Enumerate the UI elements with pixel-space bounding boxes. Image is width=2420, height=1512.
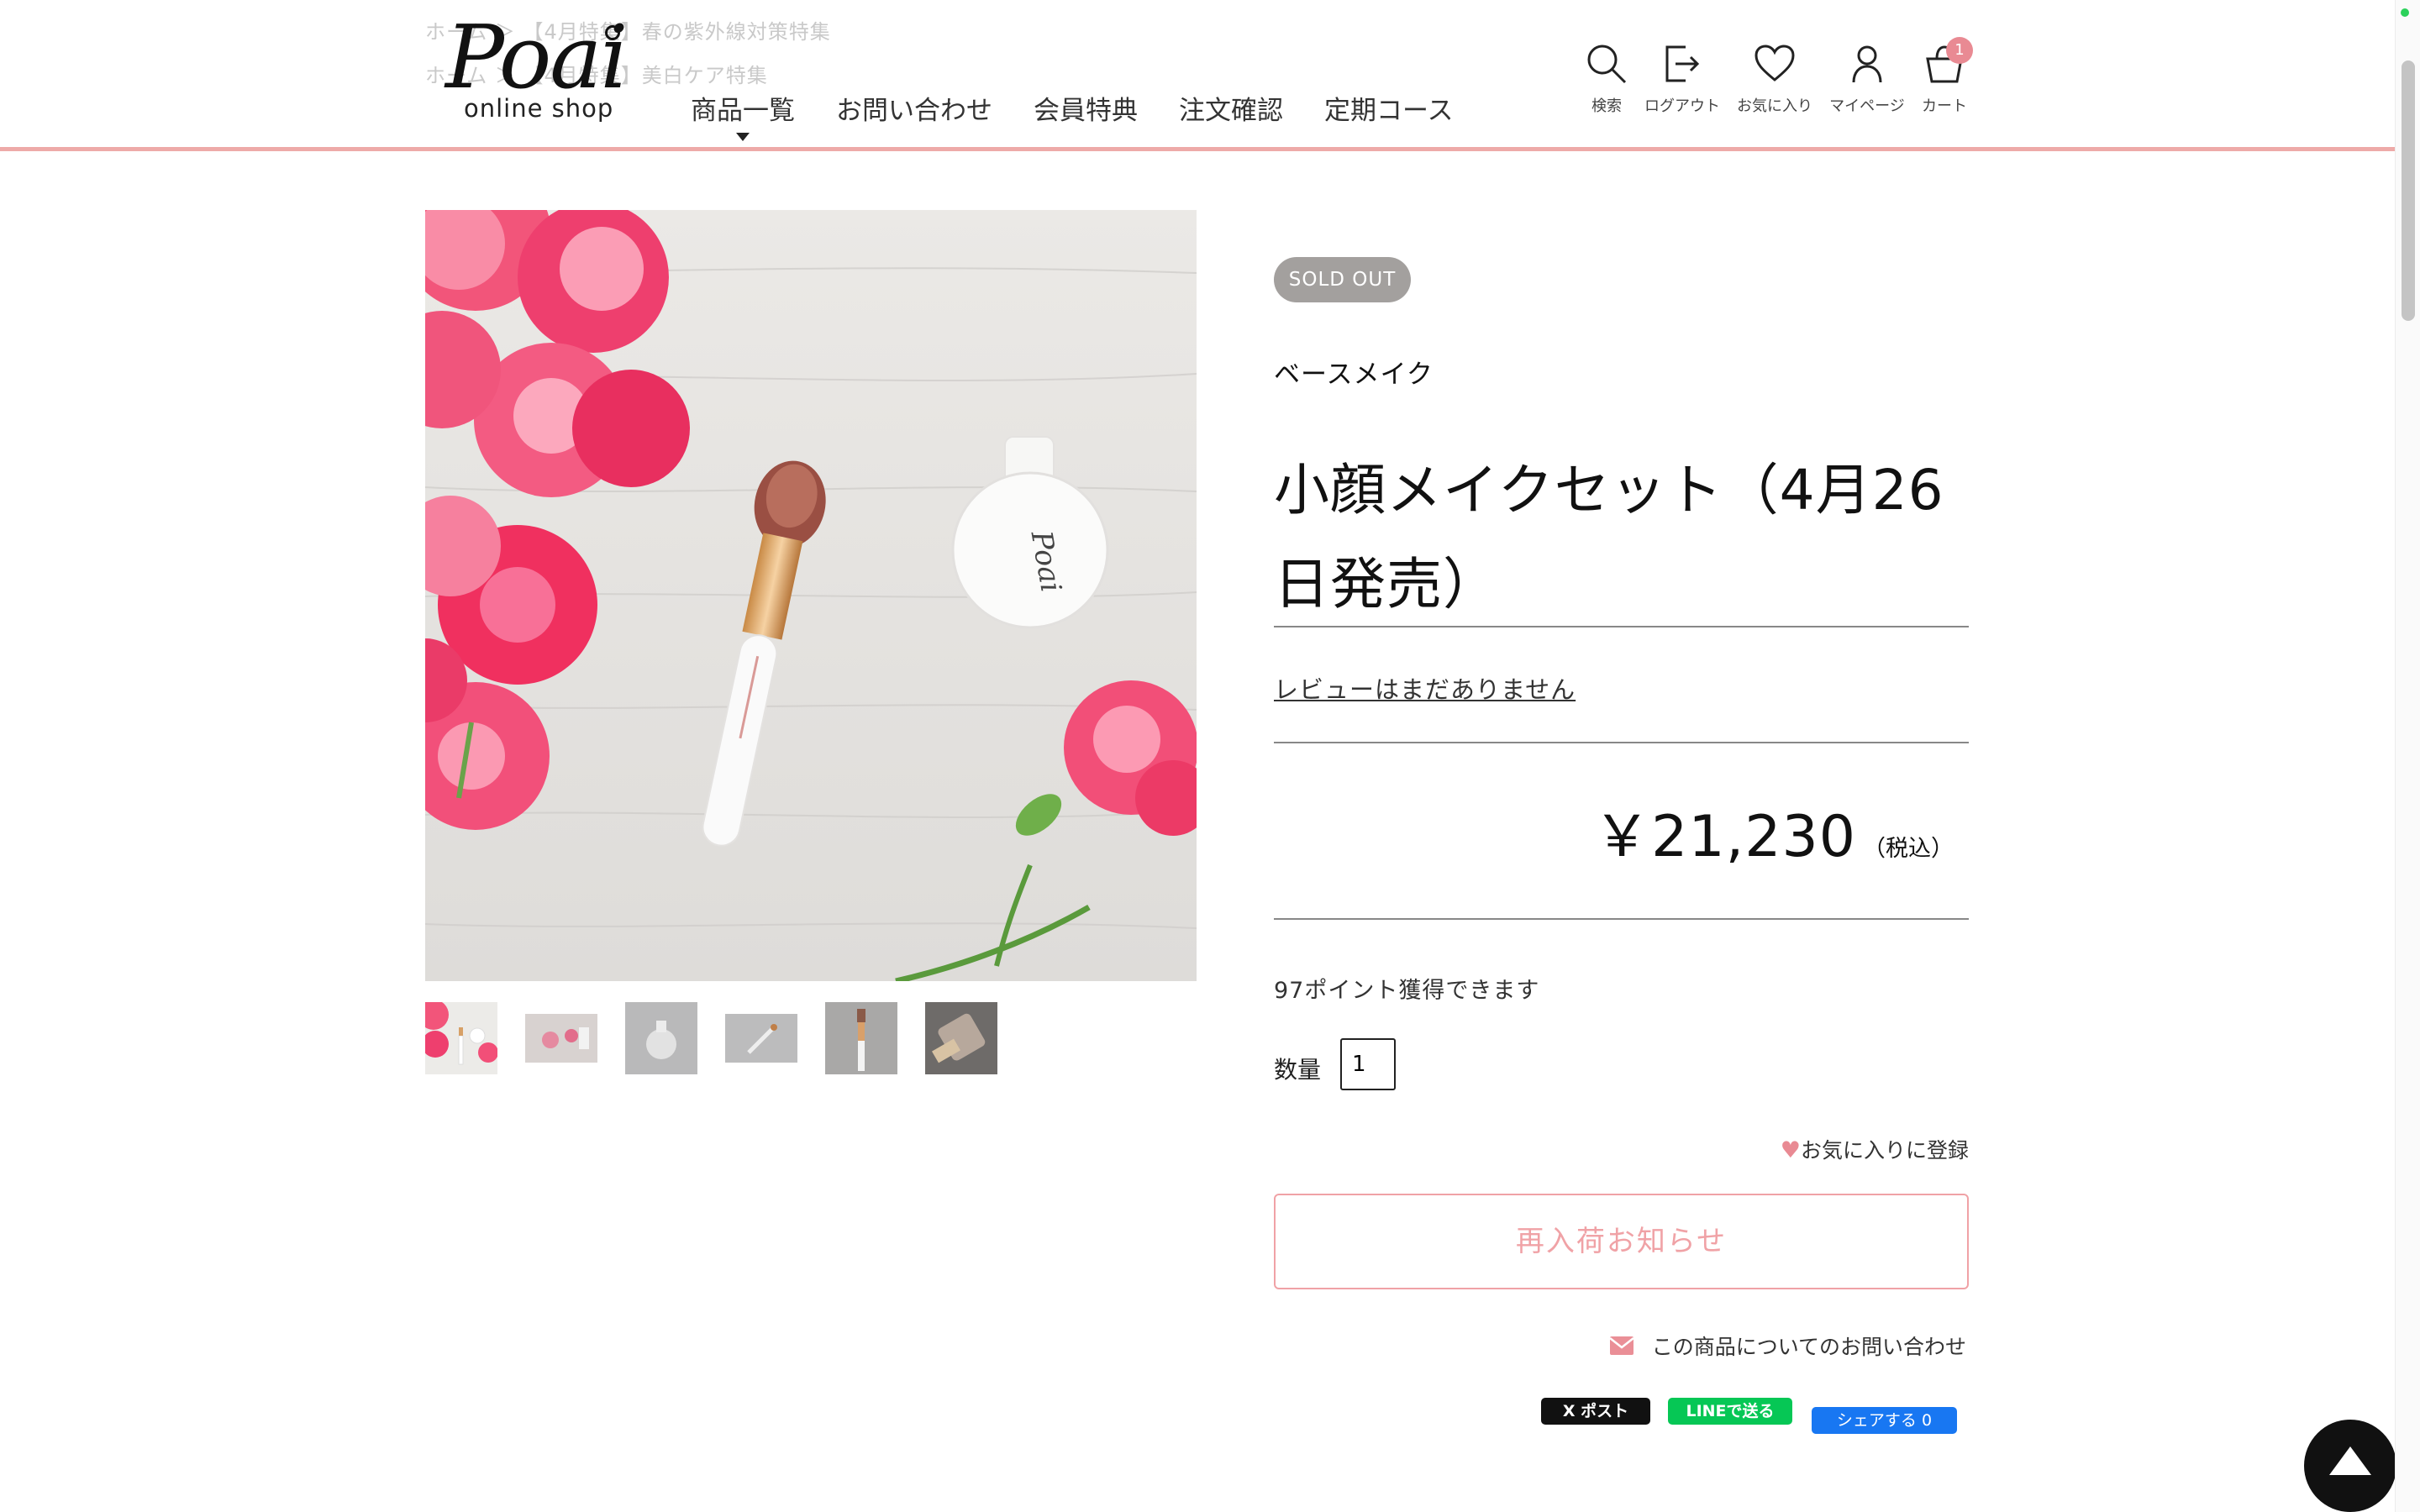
caret-down-icon: [736, 133, 750, 141]
favorites-label: お気に入りに登録: [1800, 1138, 1969, 1163]
product-category[interactable]: ベースメイク: [1274, 353, 1434, 391]
line-share-button[interactable]: LINEで送る: [1668, 1398, 1792, 1425]
thumbnail[interactable]: [825, 1002, 897, 1074]
arrow-up-icon: [2329, 1446, 2371, 1475]
status-indicator: [2401, 8, 2409, 17]
reviews-link[interactable]: レビューはまだありません: [1274, 670, 1576, 706]
divider: [1274, 626, 1969, 627]
divider: [1274, 742, 1969, 743]
product-main-image[interactable]: Poai: [425, 210, 1197, 981]
tax-note: （税込）: [1863, 836, 1954, 862]
product-title: 小顔メイクセット（4月26日発売）: [1274, 458, 1944, 617]
product-photo: Poai: [425, 210, 1197, 981]
cart-button[interactable]: 1 カート: [1904, 37, 1985, 116]
product-inquiry-link[interactable]: この商品についてのお問い合わせ: [1609, 1331, 1966, 1361]
sold-out-badge: SOLD OUT: [1274, 257, 1411, 302]
favorites-button[interactable]: お気に入り: [1734, 42, 1815, 116]
heart-icon: ♥: [1780, 1137, 1801, 1163]
price-value: ￥21,230: [1593, 804, 1856, 870]
thumbnail-image: [925, 1002, 997, 1074]
divider: [1274, 918, 1969, 920]
user-icon: [1852, 45, 1882, 83]
points-note: 97ポイント獲得できます: [1274, 978, 1540, 1004]
thumbnail[interactable]: [925, 1002, 997, 1074]
x-post-button[interactable]: X ポスト: [1541, 1398, 1650, 1425]
quantity-input[interactable]: [1340, 1038, 1396, 1090]
mypage-button[interactable]: マイページ: [1827, 42, 1907, 116]
quantity-label: 数量: [1274, 1056, 1322, 1084]
nav-item-products[interactable]: 商品一覧: [691, 89, 795, 141]
search-icon: [1587, 45, 1627, 84]
scrollbar-thumb[interactable]: [2402, 60, 2415, 321]
nav-item-label: 定期コース: [1324, 96, 1454, 126]
nav-item-member-benefits[interactable]: 会員特典: [1034, 89, 1138, 126]
back-to-top-button[interactable]: [2304, 1420, 2396, 1512]
nav-item-label: 商品一覧: [691, 96, 795, 126]
nav-item-order-check[interactable]: 注文確認: [1179, 89, 1283, 126]
thumbnail-image: [825, 1002, 897, 1074]
logo-subtitle: online shop: [464, 94, 614, 123]
heart-icon: [1754, 45, 1795, 81]
thumbnail-image: [525, 1002, 597, 1074]
thumbnail[interactable]: [725, 1002, 797, 1074]
search-label: 検索: [1591, 97, 1622, 115]
facebook-share-button[interactable]: シェアする 0: [1812, 1407, 1957, 1434]
thumbnail[interactable]: [525, 1002, 597, 1074]
inquiry-label: この商品についてのお問い合わせ: [1651, 1335, 1966, 1359]
thumbnail-image: [425, 1002, 497, 1074]
page-scrollbar[interactable]: [2395, 0, 2420, 1512]
logo-ring-mark: [605, 25, 620, 40]
thumbnail[interactable]: [625, 1002, 697, 1074]
favorites-label: お気に入り: [1737, 97, 1812, 115]
site-logo[interactable]: Poai online shop: [445, 7, 630, 133]
product-price: ￥21,230 （税込）: [1593, 790, 1954, 873]
header-divider: [0, 147, 2395, 151]
mail-icon: [1609, 1336, 1634, 1355]
thumbnail-strip: [425, 1002, 1025, 1074]
nav-item-label: 注文確認: [1179, 96, 1283, 126]
nav-item-label: 会員特典: [1034, 96, 1138, 126]
cart-count-badge: 1: [1946, 37, 1973, 64]
nav-item-label: お問い合わせ: [836, 96, 992, 126]
search-button[interactable]: 検索: [1566, 42, 1647, 116]
logout-icon: [1665, 45, 1700, 82]
mypage-label: マイページ: [1829, 97, 1905, 115]
site-header: ホーム ＞ 【4月特集】春の紫外線対策特集 ホーム ＞ 【4月特集】美白ケア特集…: [0, 0, 2395, 148]
add-to-favorites-link[interactable]: ♥お気に入りに登録: [1781, 1134, 1969, 1164]
logo-text: Poai: [445, 6, 629, 108]
thumbnail-image: [625, 1002, 697, 1074]
logout-label: ログアウト: [1644, 97, 1720, 115]
restock-notify-button[interactable]: 再入荷お知らせ: [1274, 1194, 1969, 1289]
cart-label: カート: [1922, 97, 1967, 115]
main-nav: 商品一覧 お問い合わせ 会員特典 注文確認 定期コース: [691, 89, 1494, 141]
logout-button[interactable]: ログアウト: [1642, 42, 1723, 116]
nav-item-contact[interactable]: お問い合わせ: [836, 89, 992, 126]
thumbnail-image: [725, 1002, 797, 1074]
thumbnail[interactable]: [425, 1002, 497, 1074]
nav-item-subscription[interactable]: 定期コース: [1324, 89, 1453, 126]
